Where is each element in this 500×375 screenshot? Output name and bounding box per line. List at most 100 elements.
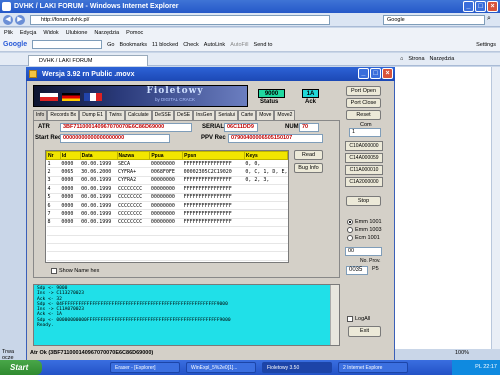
col-header-data[interactable]: Data	[79, 151, 118, 160]
show-name-hex-checkbox[interactable]	[51, 268, 57, 274]
app-maximize-icon[interactable]: □	[370, 68, 381, 79]
emm-1003-radio[interactable]: Emm 1003	[347, 227, 382, 233]
menu-bar: Plik Edycja Widok Ulubione Narzędzia Pom…	[0, 28, 500, 38]
back-icon[interactable]: ◀	[3, 15, 13, 25]
radio-dot[interactable]	[347, 235, 353, 241]
browser-tab[interactable]: DVHK / LAKI FORUM	[28, 55, 148, 66]
ppv-rec-field[interactable]: 07900400006505150107	[228, 134, 323, 143]
menu-item-plik[interactable]: Plik	[4, 30, 13, 36]
bug-info-button[interactable]: Bug Info	[294, 163, 323, 173]
card-cmd-button-3[interactable]: C11A000010	[345, 165, 383, 175]
tab-twins[interactable]: Twins	[106, 110, 125, 120]
app-close-icon[interactable]: ×	[382, 68, 393, 79]
col-header-id[interactable]: Id	[59, 151, 81, 160]
taskbar-item-winexpl[interactable]: WinExpl_5%2e0[1]...	[186, 362, 256, 373]
page-menu[interactable]: Strona	[408, 56, 424, 62]
menu-item-pomoc[interactable]: Pomoc	[126, 30, 143, 36]
read-button[interactable]: Read	[294, 150, 323, 160]
search-icon[interactable]: ⌕	[487, 15, 497, 25]
page-scrollbar[interactable]	[491, 67, 500, 349]
card-cmd-button-2[interactable]: C14A000059	[345, 153, 383, 163]
table-row[interactable]: 2 0065 30.06.2000 CYFRA+ 0068F0FE 00002305C2C…	[46, 167, 288, 177]
emm-1001-radio[interactable]: Emm 1001	[347, 219, 382, 225]
taskbar-item-eraser[interactable]: Eraser - [Explorer]	[110, 362, 180, 373]
prov-number-field[interactable]: 0035	[346, 266, 368, 275]
google-go-button[interactable]: Go	[107, 42, 114, 48]
google-settings-button[interactable]: Settings	[476, 42, 496, 48]
start-rec-field[interactable]: 00000000000000000000	[60, 134, 170, 143]
minimize-icon[interactable]: _	[463, 1, 474, 12]
menu-item-narzedzia[interactable]: Narzędzia	[94, 30, 119, 36]
taskbar-item-internet-explorer[interactable]: 2 Internet Explore	[338, 362, 408, 373]
tab-records-bx[interactable]: Records Bx	[47, 110, 80, 120]
table-row[interactable]: 6 0000 00.00.1999 CCCCCCCC 00000000 FFFFFFFFF…	[46, 201, 288, 211]
table-row[interactable]: 4 0000 00.00.1999 CCCCCCCC 00000000 FFFFFFFFF…	[46, 184, 288, 194]
autofill-button[interactable]: AutoFill	[230, 42, 248, 48]
menu-item-widok[interactable]: Widok	[43, 30, 58, 36]
app-minimize-icon[interactable]: _	[358, 68, 369, 79]
tab-dump-e1[interactable]: Dump E1	[79, 110, 107, 120]
table-row[interactable]: 3 0000 00.00.1999 CYFRA2 00000000 FFFFFFFFFFF…	[46, 176, 288, 186]
reset-button[interactable]: Reset	[346, 110, 381, 120]
show-name-hex-option[interactable]: Show Name hex	[51, 268, 99, 274]
table-row[interactable]: 5 0000 00.00.1999 CCCCCCCC 00000000 FFFFFFFFF…	[46, 193, 288, 202]
port-open-button[interactable]: Port Open	[346, 86, 381, 96]
col-header-nazwa[interactable]: Nazwa	[116, 151, 151, 160]
log-scrollbar[interactable]	[330, 285, 339, 345]
close-icon[interactable]: ×	[487, 1, 498, 12]
menu-item-ulubione[interactable]: Ulubione	[66, 30, 88, 36]
com-port-select[interactable]: 1	[349, 128, 381, 137]
tab-calculate[interactable]: Calculate	[124, 110, 152, 120]
table-row[interactable]: 8 0000 00.00.1999 CCCCCCCC 00000000 FFFFFFFFF…	[46, 218, 288, 228]
tab-carte[interactable]: Carte	[237, 110, 257, 120]
tab-move2[interactable]: Move2	[274, 110, 296, 120]
card-cmd-button-4[interactable]: C1A2000000	[345, 177, 383, 187]
sendto-button[interactable]: Send to	[254, 42, 273, 48]
zoom-level[interactable]: 100%	[455, 350, 469, 356]
tab-desse[interactable]: DeSSE	[151, 110, 175, 120]
table-row[interactable]	[46, 235, 288, 244]
emm-select[interactable]: 00	[345, 247, 382, 256]
table-row[interactable]	[46, 251, 288, 261]
tab-insgen[interactable]: InsGen	[193, 110, 216, 120]
col-header-ppua[interactable]: Ppua	[149, 151, 184, 160]
check-button[interactable]: Check	[183, 42, 199, 48]
card-cmd-button-1[interactable]: C10A000000	[345, 141, 383, 151]
tab-dese[interactable]: DeSE	[174, 110, 194, 120]
tools-menu[interactable]: Narzędzia	[430, 56, 455, 62]
table-row[interactable]	[46, 243, 288, 253]
tab-serialui[interactable]: Serialui	[215, 110, 238, 120]
home-icon[interactable]: ⌂	[400, 56, 403, 62]
autolink-button[interactable]: AutoLink	[204, 42, 225, 48]
col-header-keys[interactable]: Keys	[243, 151, 289, 160]
tab-info[interactable]: Info	[33, 110, 48, 120]
google-search-input[interactable]	[32, 40, 103, 49]
bookmarks-button[interactable]: Bookmarks	[119, 42, 147, 48]
col-header-ppsn[interactable]: Ppsn	[182, 151, 245, 160]
logall-checkbox[interactable]	[347, 316, 353, 322]
table-row[interactable]: 7 0000 00.00.1999 CCCCCCCC 00000000 FFFFFFFFF…	[46, 209, 288, 219]
ecm-1001-radio[interactable]: Ecm 1001	[347, 235, 380, 241]
exit-button[interactable]: Exit	[348, 326, 381, 337]
radio-dot[interactable]	[347, 227, 353, 233]
menu-item-edycja[interactable]: Edycja	[20, 30, 37, 36]
tab-move[interactable]: Move	[256, 110, 275, 120]
stop-button[interactable]: Stop	[346, 196, 381, 206]
maximize-icon[interactable]: □	[475, 1, 486, 12]
radio-dot[interactable]	[347, 219, 353, 225]
port-close-button[interactable]: Port Close	[346, 98, 381, 108]
atr-field[interactable]: 3BF711000140967070070E6C86D69000	[60, 123, 192, 132]
url-input[interactable]: http://forum.dvhk.pl/	[30, 15, 330, 25]
popup-blocked-button[interactable]: 11 blocked	[152, 42, 178, 48]
provider-grid[interactable]: Nr Id Data Nazwa Ppua Ppsn Keys 1 0000 00.…	[45, 150, 289, 263]
logall-option[interactable]: LogAll	[347, 316, 370, 322]
serial-field[interactable]: 06C11DD9	[224, 123, 258, 132]
col-header-nr[interactable]: Nr	[46, 151, 61, 160]
table-row[interactable]	[46, 226, 288, 236]
table-row[interactable]: 1 0000 00.00.1999 SECA 00000000 FFFFFFFFFFFFF…	[46, 159, 288, 169]
start-button[interactable]: Start	[0, 360, 42, 375]
forward-icon[interactable]: ▶	[15, 15, 25, 25]
search-input[interactable]: Google	[383, 15, 485, 25]
taskbar-item-fioletowy[interactable]: Fioletowy 3.50	[262, 362, 332, 373]
num-field[interactable]: 70	[299, 123, 319, 132]
